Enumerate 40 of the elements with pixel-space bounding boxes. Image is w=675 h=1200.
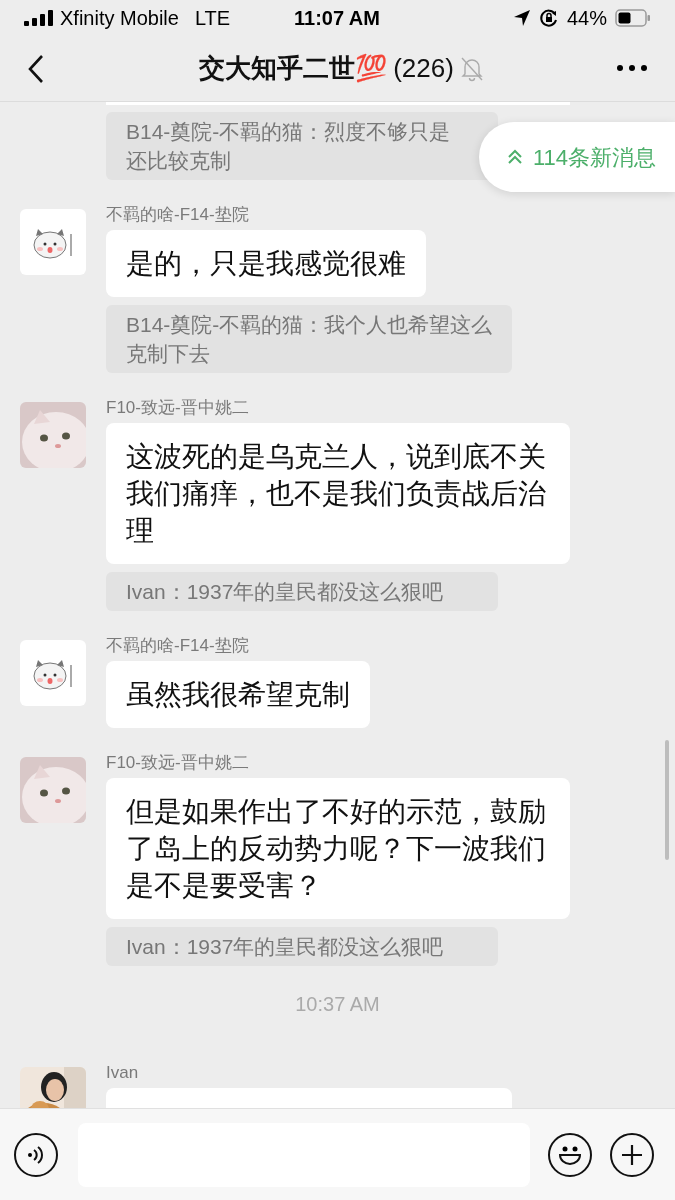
- back-chevron-icon: [27, 54, 45, 84]
- sender-name: 不羁的啥-F14-垫院: [106, 635, 249, 657]
- message-bubble: 这波死的是乌克兰人，说到底不关我们痛痒，也不是我们负责战后治理: [106, 423, 570, 564]
- more-icon: [617, 65, 647, 71]
- quote-text-line: 还比较克制: [126, 148, 232, 174]
- quoted-reply[interactable]: Ivan：1937年的皇民都没这么狠吧: [106, 572, 498, 611]
- network-type: LTE: [194, 6, 231, 31]
- battery-percent: 44%: [566, 6, 607, 31]
- sender-name: F10-致远-晋中姚二: [106, 752, 249, 774]
- member-count: (226): [393, 52, 454, 85]
- carrier-name: Xfinity Mobile: [60, 6, 179, 31]
- quoted-reply[interactable]: B14-奠院-不羁的猫：烈度不够只是 还比较克制: [106, 112, 498, 180]
- quote-text-line: B14-奠院-不羁的猫：烈度不够只是: [126, 119, 452, 145]
- quoted-reply[interactable]: Ivan：1937年的皇民都没这么狠吧: [106, 927, 498, 966]
- quoted-reply[interactable]: B14-奠院-不羁的猫：我个人也希望这么 克制下去: [106, 305, 513, 373]
- new-messages-badge[interactable]: 114条新消息: [479, 122, 675, 192]
- location-arrow-icon: [512, 9, 531, 27]
- emoji-button[interactable]: [548, 1132, 592, 1177]
- quote-text-line: Ivan：1937年的皇民都没这么狠吧: [126, 579, 445, 605]
- message-bubble: 但是如果作出了不好的示范，鼓励了岛上的反动势力呢？下一波我们是不是要受害？: [106, 778, 570, 919]
- quote-text-line: Ivan：1937年的皇民都没这么狠吧: [126, 934, 445, 960]
- double-chevron-up-icon: [507, 149, 523, 165]
- quote-text-line: B14-奠院-不羁的猫：我个人也希望这么: [126, 312, 493, 338]
- sender-name: F10-致远-晋中姚二: [106, 397, 249, 419]
- message-bubble: 是的，只是我感觉很难: [106, 230, 426, 297]
- message-bubble: 虽然我很希望克制: [106, 661, 370, 728]
- plus-button[interactable]: [610, 1132, 654, 1177]
- voice-icon: [26, 1144, 46, 1165]
- timestamp: 10:37 AM: [295, 992, 380, 1017]
- signal-icon: [24, 10, 54, 26]
- sender-name: 不羁的啥-F14-垫院: [106, 204, 249, 226]
- chat-title: 交大知乎二世💯: [199, 52, 388, 85]
- voice-button[interactable]: [14, 1132, 58, 1177]
- plus-icon: [620, 1142, 644, 1167]
- rotation-lock-icon: [538, 8, 559, 28]
- sender-name: Ivan: [106, 1062, 139, 1084]
- quote-text-line: 克制下去: [126, 341, 211, 367]
- battery-icon: [615, 9, 651, 27]
- status-time: 11:07 AM: [294, 6, 380, 31]
- new-messages-text: 114条新消息: [533, 143, 657, 172]
